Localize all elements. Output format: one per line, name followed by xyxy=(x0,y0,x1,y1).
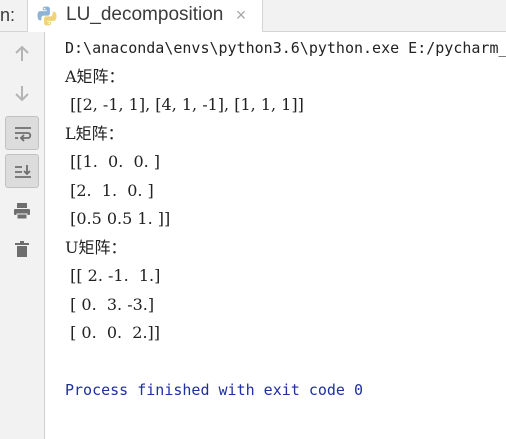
soft-wrap-icon xyxy=(15,127,32,142)
close-icon[interactable]: × xyxy=(233,6,249,24)
arrow-up-icon xyxy=(15,45,29,61)
l-matrix-row: [[1. 0. 0. ] xyxy=(65,152,161,171)
u-matrix-row: [[ 2. -1. 1.] xyxy=(65,266,161,285)
run-tab-bar: n: LU_decomposition × xyxy=(0,0,506,32)
tab-lu-decomposition[interactable]: LU_decomposition × xyxy=(27,0,263,32)
trash-icon xyxy=(15,241,29,257)
u-matrix-label: U矩阵： xyxy=(65,238,127,257)
python-icon xyxy=(36,5,58,27)
truncated-tab-text: n: xyxy=(0,5,16,25)
scroll-to-end-button[interactable] xyxy=(5,154,39,188)
print-button[interactable] xyxy=(5,194,39,228)
clear-all-button[interactable] xyxy=(5,232,39,266)
exit-message: Process finished with exit code 0 xyxy=(65,381,364,399)
run-console[interactable]: D:\anaconda\envs\python3.6\python.exe E:… xyxy=(45,32,506,439)
arrow-down-icon xyxy=(15,86,29,102)
tab-label: LU_decomposition xyxy=(66,4,224,25)
rerun-up-button[interactable] xyxy=(5,37,39,71)
soft-wrap-button[interactable] xyxy=(5,116,39,150)
u-matrix-row: [ 0. 3. -3.] xyxy=(65,295,155,314)
command-line: D:\anaconda\envs\python3.6\python.exe E:… xyxy=(65,39,506,57)
a-matrix-value: [[2, -1, 1], [4, 1, -1], [1, 1, 1]] xyxy=(65,95,304,114)
a-matrix-label: A矩阵： xyxy=(65,67,125,86)
l-matrix-row: [0.5 0.5 1. ]] xyxy=(65,209,171,228)
l-matrix-row: [2. 1. 0. ] xyxy=(65,181,154,200)
rerun-down-button[interactable] xyxy=(5,76,39,110)
l-matrix-label: L矩阵： xyxy=(65,124,124,143)
scroll-to-end-icon xyxy=(15,165,31,178)
console-toolbar xyxy=(0,32,45,439)
u-matrix-row: [ 0. 0. 2.]] xyxy=(65,323,161,342)
print-icon xyxy=(14,203,30,220)
